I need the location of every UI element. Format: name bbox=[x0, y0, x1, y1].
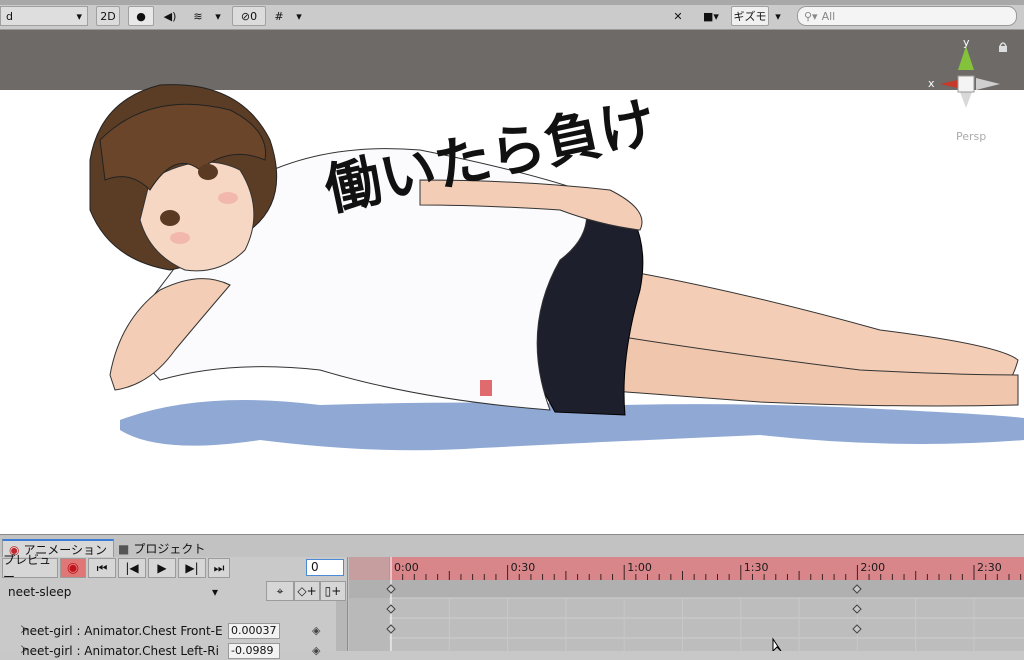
record-button[interactable]: ◉ bbox=[60, 558, 86, 578]
crosshair-icon: ⌖ bbox=[276, 583, 284, 598]
dopesheet-timeline[interactable]: 0:00 0:30 1:00 1:30 2:00 2:30 bbox=[349, 557, 1024, 653]
chevron-down-icon: ▾ bbox=[76, 9, 82, 23]
tab-project-label: プロジェクト bbox=[133, 542, 206, 556]
gizmos-label: ギズモ bbox=[733, 10, 767, 23]
scene-toolbar: d ▾ 2D ● ◀) ≋ ▾ ⊘ 0 # ▾ ✕ ■▾ ギズモ ▾ ⚲▾ Al… bbox=[0, 0, 1024, 30]
animation-properties-pane: プレビュー ◉ ⏮ |◀ ▶ ▶| ⏭ 0 neet-sleep ▾ ⌖ ◇+ bbox=[0, 553, 348, 659]
record-icon: ◉ bbox=[66, 560, 80, 576]
property-row[interactable]: ≻ neet-girl : Animator.Chest Left-Ri -0.… bbox=[0, 641, 340, 660]
panel-tab-bar: ◉ アニメーション ■ プロジェクト bbox=[0, 537, 1024, 558]
scene-render: 働いたら負け y x Persp bbox=[0, 30, 1024, 534]
hidden-objects-count: 0 bbox=[250, 9, 258, 23]
add-event-icon: ▯+ bbox=[324, 584, 342, 598]
time-label: 2:30 bbox=[977, 561, 1002, 574]
tools-button[interactable]: ✕ bbox=[666, 6, 690, 26]
chevron-down-icon: ▾ bbox=[775, 9, 781, 23]
camera-dropdown[interactable]: ■▾ bbox=[694, 6, 728, 26]
time-label: 0:30 bbox=[511, 561, 536, 574]
speaker-icon: ◀) bbox=[163, 9, 177, 23]
grid-dropdown[interactable]: ▾ bbox=[292, 6, 306, 26]
timeline-canvas: 0:00 0:30 1:00 1:30 2:00 2:30 bbox=[349, 557, 1024, 653]
2d-label: 2D bbox=[100, 9, 116, 23]
step-back-icon: |◀ bbox=[125, 561, 139, 575]
skip-to-end-icon: ⏭ bbox=[213, 560, 225, 575]
2d-toggle-button[interactable]: 2D bbox=[96, 6, 120, 26]
lightbulb-icon: ● bbox=[136, 9, 146, 23]
effects-toggle-button[interactable]: ≋ bbox=[186, 6, 210, 26]
previous-keyframe-button[interactable]: |◀ bbox=[118, 558, 146, 578]
skip-to-start-icon: ⏮ bbox=[96, 560, 108, 575]
step-forward-icon: ▶| bbox=[185, 561, 199, 575]
keyframe-diamond-icon[interactable]: ◈ bbox=[312, 624, 320, 637]
property-row[interactable]: ≻ neet-girl : Animator.Chest Front-E 0.0… bbox=[0, 621, 340, 640]
hidden-objects-toggle[interactable]: ⊘ 0 bbox=[232, 6, 266, 26]
search-icon: ⚲▾ bbox=[804, 9, 818, 23]
property-name: neet-girl : Animator.Chest Front-E bbox=[22, 623, 223, 638]
camera-icon: ■▾ bbox=[703, 9, 719, 23]
tab-project[interactable]: ■ プロジェクト bbox=[112, 539, 211, 558]
keyframe-marker bbox=[852, 624, 862, 634]
add-event-button[interactable]: ▯+ bbox=[320, 581, 346, 601]
layers-icon: ≋ bbox=[193, 9, 203, 23]
lighting-toggle-button[interactable]: ● bbox=[128, 6, 154, 26]
chevron-down-icon: ▾ bbox=[211, 584, 218, 599]
vertical-scrollbar[interactable] bbox=[336, 601, 347, 651]
add-keyframe-button[interactable]: ◇+ bbox=[294, 581, 320, 601]
grid-icon: # bbox=[274, 9, 284, 23]
current-frame-input[interactable]: 0 bbox=[306, 559, 344, 576]
gizmo-axis-x: x bbox=[928, 77, 935, 90]
tools-icon: ✕ bbox=[673, 9, 683, 23]
time-label: 1:00 bbox=[627, 561, 652, 574]
search-input[interactable]: ⚲▾ All bbox=[797, 6, 1017, 26]
projection-label[interactable]: Persp bbox=[956, 130, 986, 143]
animation-panel: ◉ アニメーション ■ プロジェクト プレビュー ◉ ⏮ |◀ ▶ ▶| ⏭ 0 bbox=[0, 534, 1024, 659]
play-icon: ▶ bbox=[157, 561, 167, 575]
add-keyframe-icon: ◇+ bbox=[297, 584, 317, 598]
effects-dropdown[interactable]: ▾ bbox=[211, 6, 225, 26]
time-label: 2:00 bbox=[860, 561, 885, 574]
preview-button[interactable]: プレビュー bbox=[2, 553, 58, 584]
clip-dropdown[interactable]: neet-sleep ▾ bbox=[2, 581, 224, 602]
keyframe-diamond-icon[interactable]: ◈ bbox=[312, 644, 320, 657]
grid-toggle-button[interactable]: # bbox=[268, 6, 290, 26]
scene-viewport[interactable]: 働いたら負け y x Persp bbox=[0, 30, 1024, 534]
eye-slash-icon: ⊘ bbox=[240, 9, 251, 23]
audio-toggle-button[interactable]: ◀) bbox=[158, 6, 182, 26]
window-tab-strip bbox=[0, 0, 1024, 5]
search-placeholder: All bbox=[821, 9, 836, 23]
gizmo-axis-y: y bbox=[963, 36, 970, 49]
chevron-down-icon: ▾ bbox=[215, 9, 221, 23]
gizmos-button[interactable]: ギズモ bbox=[731, 6, 769, 26]
shading-mode-dropdown[interactable]: d ▾ bbox=[0, 6, 88, 26]
time-label: 0:00 bbox=[394, 561, 419, 574]
chevron-down-icon: ▾ bbox=[296, 9, 302, 23]
shading-mode-value: d bbox=[6, 9, 13, 23]
filter-by-selection-button[interactable]: ⌖ bbox=[266, 581, 294, 601]
first-keyframe-button[interactable]: ⏮ bbox=[88, 558, 116, 578]
clip-name: neet-sleep bbox=[8, 584, 72, 599]
preview-label: プレビュー bbox=[3, 553, 52, 584]
play-button[interactable]: ▶ bbox=[148, 558, 176, 578]
last-keyframe-button[interactable]: ⏭ bbox=[208, 558, 230, 578]
property-value-field[interactable]: 0.00037 bbox=[228, 622, 280, 639]
gizmos-dropdown[interactable]: ▾ bbox=[770, 6, 786, 26]
next-keyframe-button[interactable]: ▶| bbox=[178, 558, 206, 578]
property-value-field[interactable]: -0.0989 bbox=[228, 642, 280, 659]
mouse-cursor-icon bbox=[772, 637, 782, 653]
keyframe-marker bbox=[852, 604, 862, 614]
property-name: neet-girl : Animator.Chest Left-Ri bbox=[22, 643, 219, 658]
time-label: 1:30 bbox=[744, 561, 769, 574]
folder-icon: ■ bbox=[118, 541, 130, 556]
